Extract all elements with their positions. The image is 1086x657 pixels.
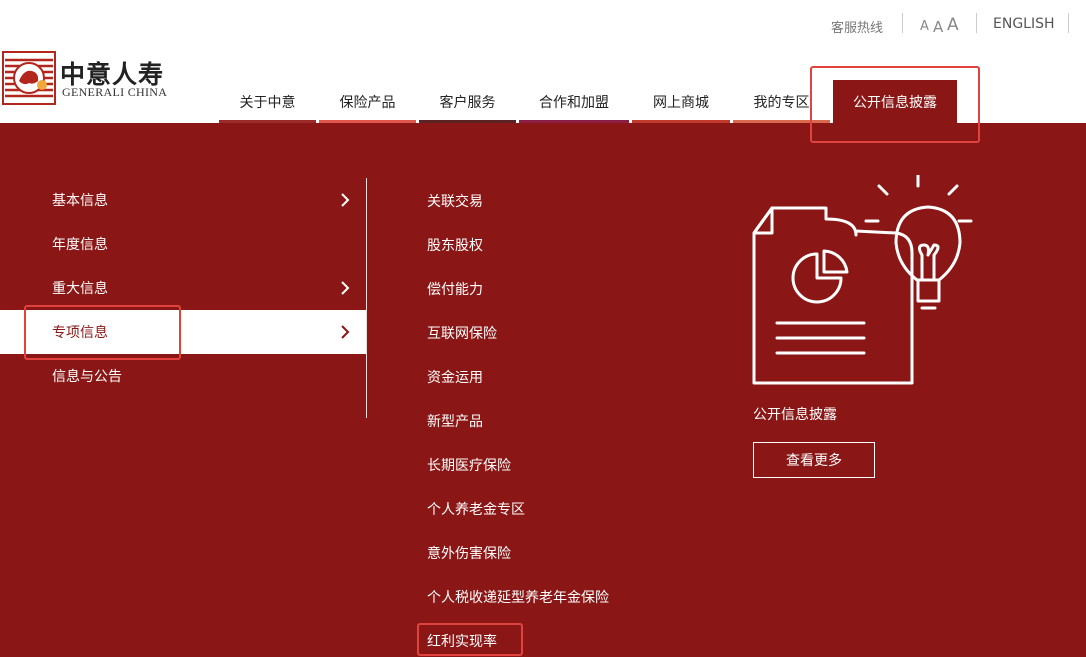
nav-label: 保险产品 (339, 94, 396, 111)
menu-item-label: 年度信息 (52, 237, 108, 253)
menu-info-announcement[interactable]: 信息与公告 (0, 354, 366, 398)
menu-item-label: 信息与公告 (52, 369, 122, 385)
top-utility-bar: 客服热线 A A A ENGLISH (0, 0, 1086, 52)
font-size-medium-button[interactable]: A (933, 18, 943, 36)
divider (1068, 13, 1069, 33)
english-language-link[interactable]: ENGLISH (993, 16, 1055, 32)
menu-basic-info[interactable]: 基本信息 (0, 178, 366, 222)
nav-label: 我的专区 (753, 94, 810, 111)
submenu-dividend-realization[interactable]: 红利实现率 (427, 631, 497, 651)
chevron-right-icon (341, 325, 350, 339)
submenu-solvency[interactable]: 偿付能力 (427, 279, 483, 299)
nav-label: 合作和加盟 (539, 94, 609, 111)
divider (902, 13, 903, 33)
nav-label: 关于中意 (239, 94, 296, 111)
submenu-related-transactions[interactable]: 关联交易 (427, 191, 483, 211)
chevron-right-icon (341, 281, 350, 295)
submenu-internet-insurance[interactable]: 互联网保险 (427, 323, 497, 343)
column-divider (366, 178, 367, 418)
submenu-accident-insurance[interactable]: 意外伤害保险 (427, 543, 511, 563)
menu-item-label: 基本信息 (52, 193, 108, 209)
submenu-tax-deferred-pension[interactable]: 个人税收递延型养老年金保险 (427, 587, 609, 607)
nav-online-mall[interactable]: 网上商城 (632, 80, 730, 123)
view-more-button[interactable]: 查看更多 (753, 442, 875, 478)
font-size-small-button[interactable]: A (920, 19, 929, 34)
service-hotline-link[interactable]: 客服热线 (831, 17, 883, 36)
nav-public-disclosure[interactable]: 公开信息披露 (833, 80, 957, 123)
chevron-right-icon (341, 193, 350, 207)
menu-major-info[interactable]: 重大信息 (0, 266, 366, 310)
main-navigation: 关于中意 保险产品 客户服务 合作和加盟 网上商城 我的专区 公开信息披露 (0, 80, 1086, 124)
nav-label: 公开信息披露 (853, 94, 937, 111)
font-size-large-button[interactable]: A (947, 15, 959, 35)
promo-title: 公开信息披露 (753, 407, 837, 423)
submenu-shareholder-equity[interactable]: 股东股权 (427, 235, 483, 255)
nav-about[interactable]: 关于中意 (219, 80, 316, 123)
nav-products[interactable]: 保险产品 (319, 80, 416, 123)
submenu-personal-pension[interactable]: 个人养老金专区 (427, 499, 525, 519)
nav-my-area[interactable]: 我的专区 (733, 80, 830, 123)
nav-label: 客户服务 (439, 94, 496, 111)
divider (976, 13, 977, 33)
menu-item-label: 专项信息 (52, 325, 108, 341)
nav-label: 网上商城 (653, 94, 709, 111)
nav-partnership[interactable]: 合作和加盟 (519, 80, 629, 123)
nav-customer-service[interactable]: 客户服务 (419, 80, 516, 123)
mega-menu-panel: 基本信息 年度信息 重大信息 专项信息 信息与公告 关联交易 股东股权 偿付能力… (0, 123, 1086, 657)
menu-special-info[interactable]: 专项信息 (0, 310, 366, 354)
submenu-long-term-medical[interactable]: 长期医疗保险 (427, 455, 511, 475)
menu-annual-info[interactable]: 年度信息 (0, 222, 366, 266)
menu-item-label: 重大信息 (52, 281, 108, 297)
document-lightbulb-illustration-icon (752, 175, 973, 385)
submenu-fund-utilization[interactable]: 资金运用 (427, 367, 483, 387)
submenu-new-products[interactable]: 新型产品 (427, 411, 483, 431)
